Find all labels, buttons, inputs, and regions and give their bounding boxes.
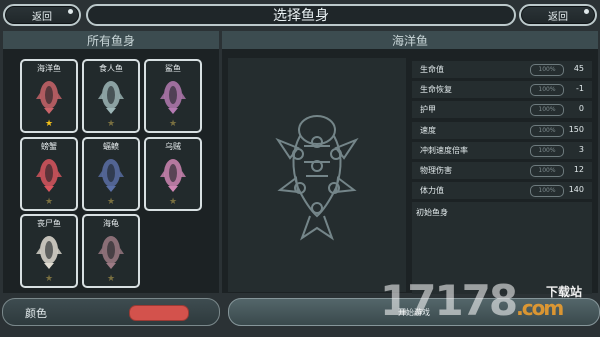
fish-card-name: 海龟 bbox=[103, 219, 119, 228]
stat-percent: 100% bbox=[530, 185, 564, 198]
fish-list-heading: 所有鱼身 bbox=[3, 31, 219, 49]
page-title-bar: 选择鱼身 bbox=[86, 4, 516, 26]
stat-value: 45 bbox=[573, 64, 584, 73]
fish-card-name: 螃蟹 bbox=[41, 142, 57, 151]
back-button-right-label: 返回 bbox=[548, 11, 568, 23]
fish-card-name: 食人鱼 bbox=[99, 64, 123, 73]
stat-label: 体力值 bbox=[420, 186, 444, 196]
fish-card[interactable]: 丧尸鱼 ★ bbox=[20, 214, 78, 288]
fish-preview-area bbox=[228, 58, 406, 292]
button-shine-icon bbox=[68, 9, 73, 14]
color-picker-bar[interactable]: 颜色 bbox=[2, 298, 220, 326]
fish-card[interactable]: 海洋鱼 ★ bbox=[20, 59, 78, 133]
rating-star-icon: ★ bbox=[44, 197, 54, 207]
stat-percent: 100% bbox=[530, 84, 564, 97]
fish-card[interactable]: 海龟 ★ bbox=[82, 214, 140, 288]
fish-card[interactable]: 鲨鱼 ★ bbox=[144, 59, 202, 133]
stat-label: 生命值 bbox=[420, 65, 444, 74]
rating-star-icon: ★ bbox=[106, 274, 116, 284]
stat-row: 速度 100% 150 bbox=[412, 121, 592, 139]
fish-detail-heading-label: 海洋鱼 bbox=[391, 33, 428, 48]
rating-star-icon: ★ bbox=[168, 119, 178, 129]
fish-card-name: 鲨鱼 bbox=[165, 64, 181, 73]
stat-label: 速度 bbox=[420, 125, 436, 135]
stat-value: 12 bbox=[573, 165, 584, 174]
watermark-digits: 17178 bbox=[380, 276, 518, 325]
rating-star-icon: ★ bbox=[44, 119, 54, 129]
stat-label: 生命恢复 bbox=[420, 85, 452, 95]
stat-percent: 100% bbox=[530, 124, 564, 137]
fish-card-name: 丧尸鱼 bbox=[37, 219, 61, 228]
stat-label: 冲刺速度倍率 bbox=[420, 145, 468, 155]
fish-detail-heading: 海洋鱼 bbox=[222, 31, 598, 49]
rating-star-icon: ★ bbox=[44, 274, 54, 284]
fish-card-name: 乌贼 bbox=[165, 142, 181, 151]
fish-body-outline-icon bbox=[275, 115, 359, 241]
rating-star-icon: ★ bbox=[106, 197, 116, 207]
fish-thumbnail-icon bbox=[98, 236, 124, 269]
stat-percent: 100% bbox=[530, 144, 564, 157]
fish-thumbnail-icon bbox=[98, 159, 124, 192]
fish-thumbnail-icon bbox=[36, 81, 62, 114]
stat-percent: 100% bbox=[530, 64, 564, 76]
stat-label: 护甲 bbox=[420, 105, 436, 115]
back-button-right[interactable]: 返回 bbox=[519, 4, 597, 26]
fish-card[interactable]: 蝠鲼 ★ bbox=[82, 137, 140, 211]
page-title: 选择鱼身 bbox=[273, 8, 329, 24]
stat-row: 冲刺速度倍率 100% 3 bbox=[412, 141, 592, 159]
stat-percent: 100% bbox=[530, 104, 564, 117]
stat-value: -1 bbox=[576, 84, 584, 94]
rating-star-icon: ★ bbox=[106, 119, 116, 129]
stat-value: 140 bbox=[568, 185, 584, 195]
stat-percent: 100% bbox=[530, 165, 564, 177]
fish-card[interactable]: 螃蟹 ★ bbox=[20, 137, 78, 211]
fish-card-name: 海洋鱼 bbox=[37, 64, 61, 73]
fish-list-heading-label: 所有鱼身 bbox=[86, 33, 135, 48]
button-shine-icon bbox=[584, 9, 589, 14]
color-swatch[interactable] bbox=[129, 305, 189, 321]
color-label: 颜色 bbox=[25, 307, 47, 320]
fish-card[interactable]: 乌贼 ★ bbox=[144, 137, 202, 211]
stat-row: 生命值 100% 45 bbox=[412, 61, 592, 78]
fish-card[interactable]: 食人鱼 ★ bbox=[82, 59, 140, 133]
site-watermark: 17178.com bbox=[380, 276, 564, 325]
fish-thumbnail-icon bbox=[160, 81, 186, 114]
stat-row: 生命恢复 100% -1 bbox=[412, 81, 592, 99]
fish-card-name: 蝠鲼 bbox=[103, 142, 119, 151]
fish-thumbnail-icon bbox=[98, 81, 124, 114]
stat-row: 护甲 100% 0 bbox=[412, 101, 592, 119]
fish-description: 初始鱼身 bbox=[416, 208, 448, 217]
fish-thumbnail-icon bbox=[36, 236, 62, 269]
stat-row: 物理伤害 100% 12 bbox=[412, 162, 592, 179]
stat-value: 150 bbox=[568, 124, 584, 134]
back-button-left[interactable]: 返回 bbox=[3, 4, 81, 26]
fish-thumbnail-icon bbox=[160, 159, 186, 192]
back-button-left-label: 返回 bbox=[32, 11, 52, 23]
rating-star-icon: ★ bbox=[168, 197, 178, 207]
stat-value: 3 bbox=[578, 144, 584, 154]
stat-value: 0 bbox=[578, 104, 584, 114]
fish-thumbnail-icon bbox=[36, 159, 62, 192]
watermark-tag: 下载站 bbox=[546, 285, 583, 299]
stat-row: 体力值 100% 140 bbox=[412, 182, 592, 200]
stat-label: 物理伤害 bbox=[420, 166, 452, 175]
